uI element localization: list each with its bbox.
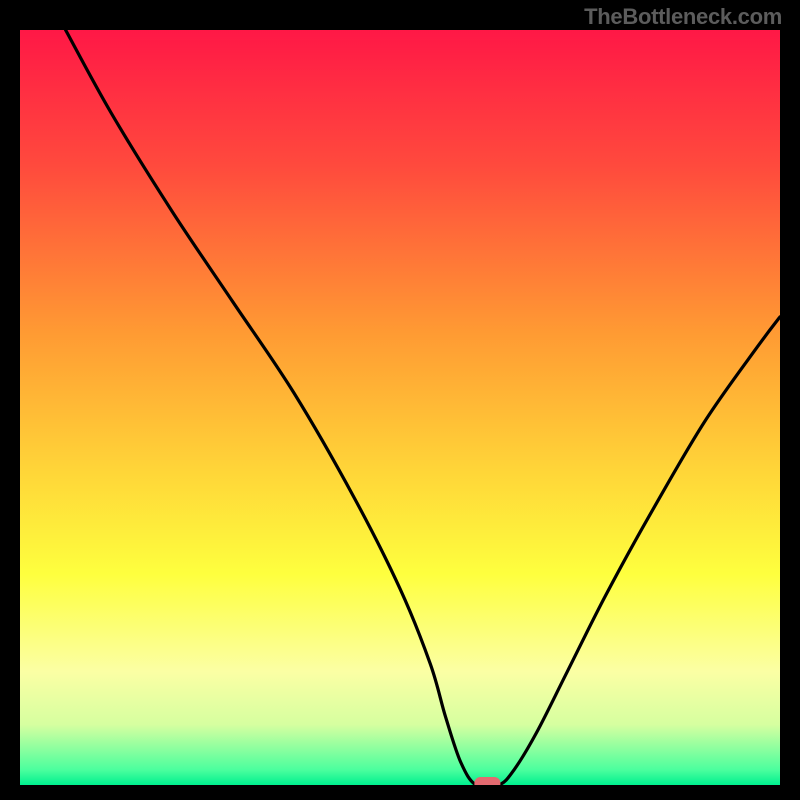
chart-frame: TheBottleneck.com (0, 0, 800, 800)
optimal-marker (474, 777, 500, 785)
gradient-background (20, 30, 780, 785)
chart-svg (20, 30, 780, 785)
watermark-text: TheBottleneck.com (584, 4, 782, 30)
plot-area (20, 30, 780, 785)
